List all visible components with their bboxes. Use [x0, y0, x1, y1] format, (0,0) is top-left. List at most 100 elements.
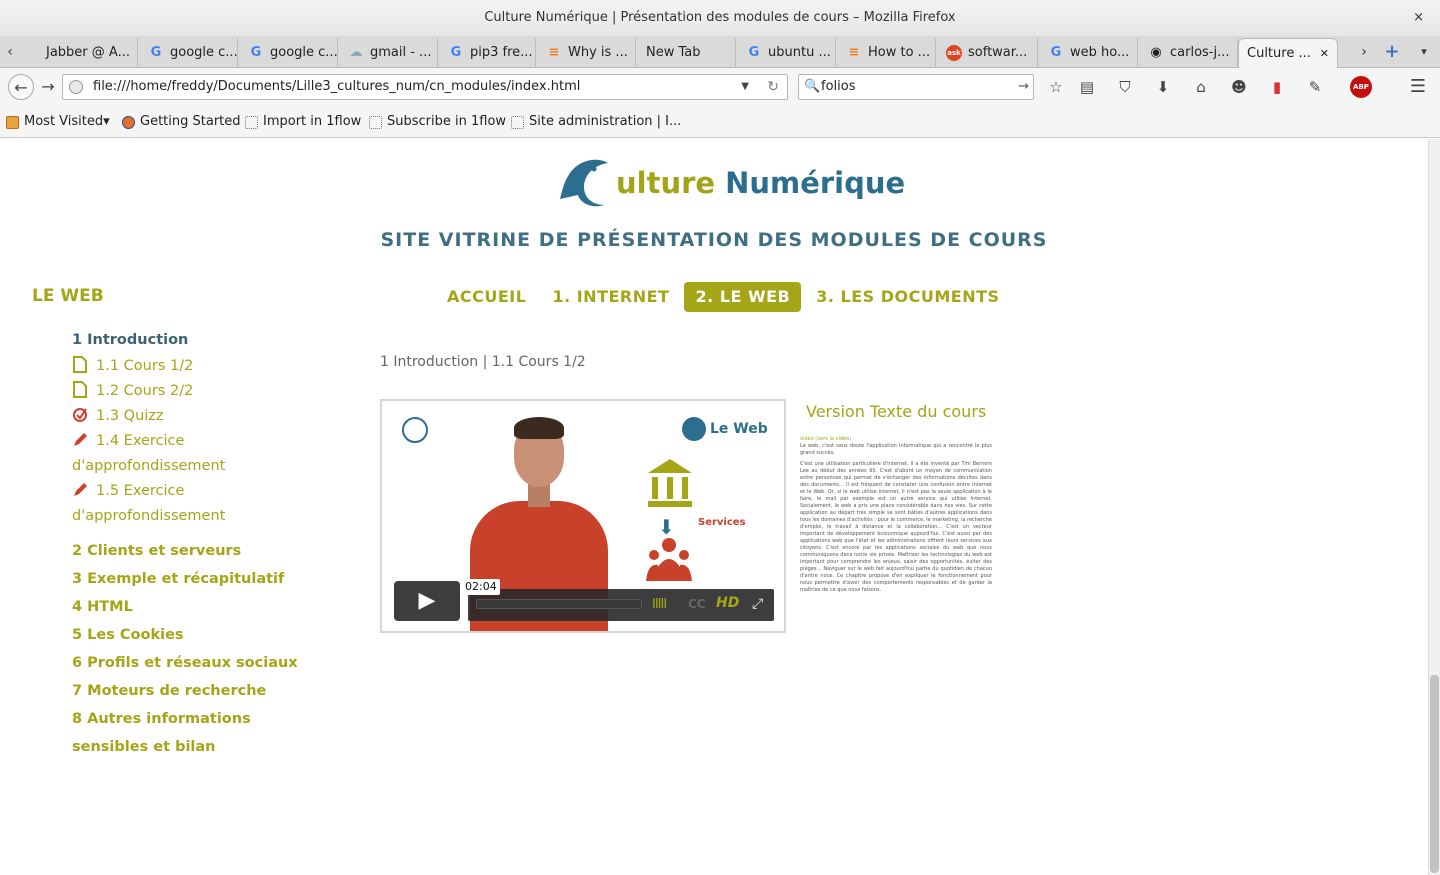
tab-scroll-left-button[interactable]: ‹ — [0, 36, 20, 68]
downloads-icon[interactable]: ⬇ — [1151, 76, 1175, 98]
window-titlebar: Culture Numérique | Présentation des mod… — [0, 0, 1440, 36]
tab-list-button[interactable]: ▾ — [1414, 36, 1434, 68]
hd-toggle[interactable]: HD — [716, 595, 739, 611]
fullscreen-icon[interactable]: ⤢ — [752, 596, 763, 612]
bookmark-most-visited[interactable]: Most Visited▾ — [6, 106, 110, 138]
tab-label: ubuntu ... — [768, 45, 831, 60]
bookmark-star-icon[interactable]: ☆ — [1044, 76, 1068, 98]
tab-why-is[interactable]: ≡ Why is ... — [538, 38, 636, 68]
tab-google-2[interactable]: Ggoogle c... — [240, 38, 338, 68]
nav-le-web-active[interactable]: 2. LE WEB — [684, 282, 802, 312]
sidebar-section-moteurs[interactable]: 7 Moteurs de recherche — [72, 677, 332, 705]
tab-carlos[interactable]: ◉ carlos-j... — [1140, 38, 1238, 68]
video-player[interactable]: Le Web ⬇ Services ▶ 02:04 IIIII CC HD ⤢ — [380, 399, 786, 633]
text-version-title[interactable]: Version Texte du cours — [806, 402, 986, 421]
stackoverflow-icon: ≡ — [848, 45, 860, 60]
site-logo[interactable]: ulture Numérique — [558, 155, 905, 211]
url-history-dropdown[interactable]: ▼ — [741, 75, 749, 99]
new-tab-button[interactable]: + — [1382, 36, 1402, 68]
play-button[interactable]: ▶ — [394, 581, 460, 621]
page-icon — [245, 115, 258, 129]
sidebar-section-autres-informations[interactable]: 8 Autres informations sensibles et bilan — [72, 705, 332, 761]
sidebar-item-label: 1.5 Exercice — [96, 483, 185, 499]
tab-scroll-right-button[interactable]: › — [1354, 36, 1374, 68]
search-go-button[interactable]: → — [1018, 75, 1029, 99]
sidebar-item-cours-1[interactable]: 1.1 Cours 1/2 — [72, 354, 332, 379]
sidebar-item-cours-2[interactable]: 1.2 Cours 2/2 — [72, 379, 332, 404]
bookmark-import-1flow[interactable]: Import in 1flow — [245, 106, 361, 138]
logo-word-numerique: Numérique — [725, 166, 906, 200]
url-text: file:///home/freddy/Documents/Lille3_cul… — [93, 79, 581, 94]
sidebar-item-quizz[interactable]: 1.3 Quizz — [72, 404, 332, 429]
pencil-icon — [74, 433, 87, 446]
sidebar-section-exemple[interactable]: 3 Exemple et récapitulatif — [72, 565, 332, 593]
module-title: LE WEB — [32, 286, 104, 306]
tab-close-icon[interactable]: ✕ — [1320, 40, 1329, 68]
video-logo-icon — [402, 417, 428, 443]
institution-icon — [648, 459, 692, 507]
bookmark-subscribe-1flow[interactable]: Subscribe in 1flow — [369, 106, 506, 138]
chat-icon[interactable]: ☻ — [1227, 76, 1251, 98]
bookmark-label: Subscribe in 1flow — [387, 114, 507, 129]
nav-les-documents[interactable]: 3. LES DOCUMENTS — [805, 282, 1010, 312]
tab-jabber[interactable]: Jabber @ A... — [38, 38, 138, 68]
reading-list-icon[interactable]: ▤ — [1075, 76, 1099, 98]
search-bar[interactable]: 🔍 folios → — [798, 74, 1034, 100]
window-title: Culture Numérique | Présentation des mod… — [484, 10, 956, 25]
back-button[interactable]: ← — [8, 74, 34, 100]
sidebar-section-introduction[interactable]: 1 Introduction — [72, 326, 332, 354]
video-brand: Le Web — [682, 417, 768, 441]
culture-numerique-logo-icon — [560, 159, 608, 207]
sidebar-section-html[interactable]: 4 HTML — [72, 593, 332, 621]
volume-icon[interactable]: IIIII — [652, 597, 667, 612]
bookmark-label: Getting Started — [140, 114, 241, 129]
pencil-icon — [74, 483, 87, 496]
stackoverflow-icon: ≡ — [548, 45, 560, 60]
menu-icon[interactable]: ☰ — [1406, 76, 1430, 98]
tab-label: How to ... — [868, 45, 931, 60]
nav-accueil[interactable]: ACCUEIL — [436, 282, 537, 312]
tab-culture-active[interactable]: Culture ... ✕ — [1238, 38, 1338, 68]
breadcrumb: 1 Introduction | 1.1 Cours 1/2 — [380, 354, 586, 370]
pocket-icon[interactable]: ⛉ — [1113, 76, 1137, 98]
video-progress-bar[interactable] — [476, 599, 642, 609]
forward-button[interactable]: → — [36, 76, 60, 98]
module-sidebar: 1 Introduction 1.1 Cours 1/2 1.2 Cours 2… — [72, 326, 332, 761]
tab-software[interactable]: ask softwar... — [938, 38, 1038, 68]
bookmarks-toolbar: Most Visited▾ Getting Started Import in … — [0, 106, 1440, 138]
adblock-icon[interactable]: ABP — [1350, 76, 1372, 98]
captions-icon[interactable]: CC — [688, 597, 706, 611]
sidebar-item-exercice-1[interactable]: 1.4 Exercice d'approfondissement — [72, 429, 332, 479]
sidebar-section-profils[interactable]: 6 Profils et réseaux sociaux — [72, 649, 332, 677]
text-version-paragraph: Le web, c'est sans doute l'application i… — [800, 443, 992, 456]
tab-new-tab[interactable]: New Tab — [638, 38, 736, 68]
sidebar-section-cookies[interactable]: 5 Les Cookies — [72, 621, 332, 649]
tab-how-to[interactable]: ≡ How to ... — [838, 38, 936, 68]
bookmark-label: Import in 1flow — [263, 114, 362, 129]
home-icon[interactable]: ⌂ — [1189, 76, 1213, 98]
sidebar-section-clients-serveurs[interactable]: 2 Clients et serveurs — [72, 537, 332, 565]
document-icon — [73, 356, 87, 373]
extension-icon[interactable]: ▮ — [1265, 76, 1289, 98]
bookmark-label: Site administration | I... — [529, 114, 682, 129]
github-icon: ◉ — [1150, 45, 1162, 60]
arrow-down-icon: ⬇ — [658, 515, 675, 539]
page-scrollbar-thumb[interactable] — [1430, 675, 1439, 873]
google-icon: G — [250, 45, 262, 60]
nav-internet[interactable]: 1. INTERNET — [541, 282, 680, 312]
url-bar[interactable]: file:///home/freddy/Documents/Lille3_cul… — [62, 74, 788, 100]
window-close-button[interactable]: × — [1413, 0, 1424, 36]
addon-icon[interactable]: ✎ — [1303, 76, 1327, 98]
tab-pip3[interactable]: Gpip3 fre... — [440, 38, 536, 68]
google-icon: G — [450, 45, 462, 60]
tab-google-1[interactable]: Ggoogle c... — [140, 38, 238, 68]
tab-web-ho[interactable]: Gweb ho... — [1040, 38, 1138, 68]
reload-button[interactable]: ↻ — [767, 75, 779, 99]
text-version-video-link[interactable]: vidéo (vers la vidéo) — [800, 436, 992, 443]
bookmark-getting-started[interactable]: Getting Started — [122, 106, 241, 138]
sidebar-item-exercice-2[interactable]: 1.5 Exercice d'approfondissement — [72, 479, 332, 529]
tab-ubuntu[interactable]: Gubuntu ... — [738, 38, 836, 68]
video-brand-label: Le Web — [710, 421, 768, 437]
bookmark-site-admin[interactable]: Site administration | I... — [511, 106, 681, 138]
tab-gmail[interactable]: ☁ gmail - ... — [340, 38, 438, 68]
